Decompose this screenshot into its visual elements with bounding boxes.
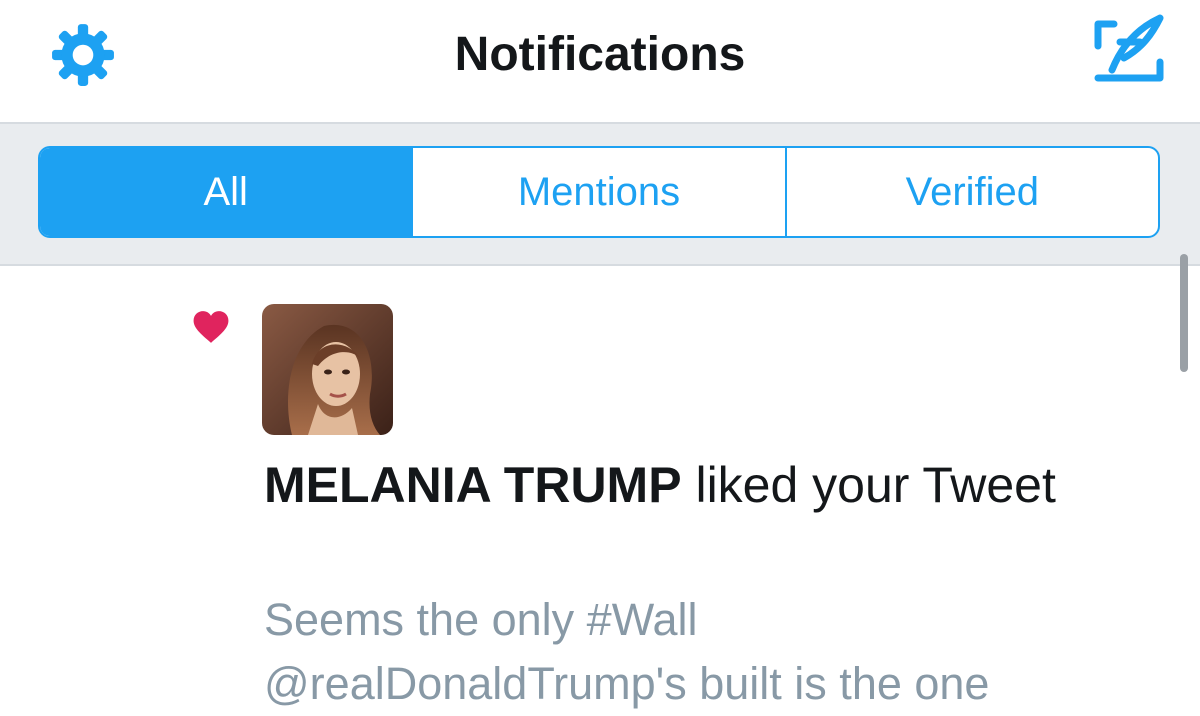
avatar[interactable]: [262, 304, 393, 435]
notification-text: MELANIA TRUMP liked your Tweet: [264, 452, 1144, 518]
top-bar: Notifications: [0, 0, 1200, 124]
segmented-control: All Mentions Verified: [38, 146, 1160, 238]
notification-action: liked your Tweet: [681, 457, 1056, 513]
heart-icon: [192, 309, 230, 345]
tab-all[interactable]: All: [40, 148, 412, 236]
user-name[interactable]: MELANIA TRUMP: [264, 457, 682, 513]
notification-item[interactable]: MELANIA TRUMP liked your Tweet Seems the…: [0, 266, 1200, 709]
compose-tweet-icon[interactable]: [1090, 14, 1168, 84]
tab-verified[interactable]: Verified: [784, 148, 1158, 236]
tweet-line: Seems the only #Wall: [264, 594, 698, 645]
tab-mentions[interactable]: Mentions: [411, 148, 784, 236]
tweet-preview[interactable]: Seems the only #Wall @realDonaldTrump's …: [264, 588, 1164, 716]
tweet-line: @realDonaldTrump's built is the one: [264, 658, 990, 709]
page-title: Notifications: [454, 28, 746, 81]
tab-bar: All Mentions Verified: [0, 124, 1200, 372]
